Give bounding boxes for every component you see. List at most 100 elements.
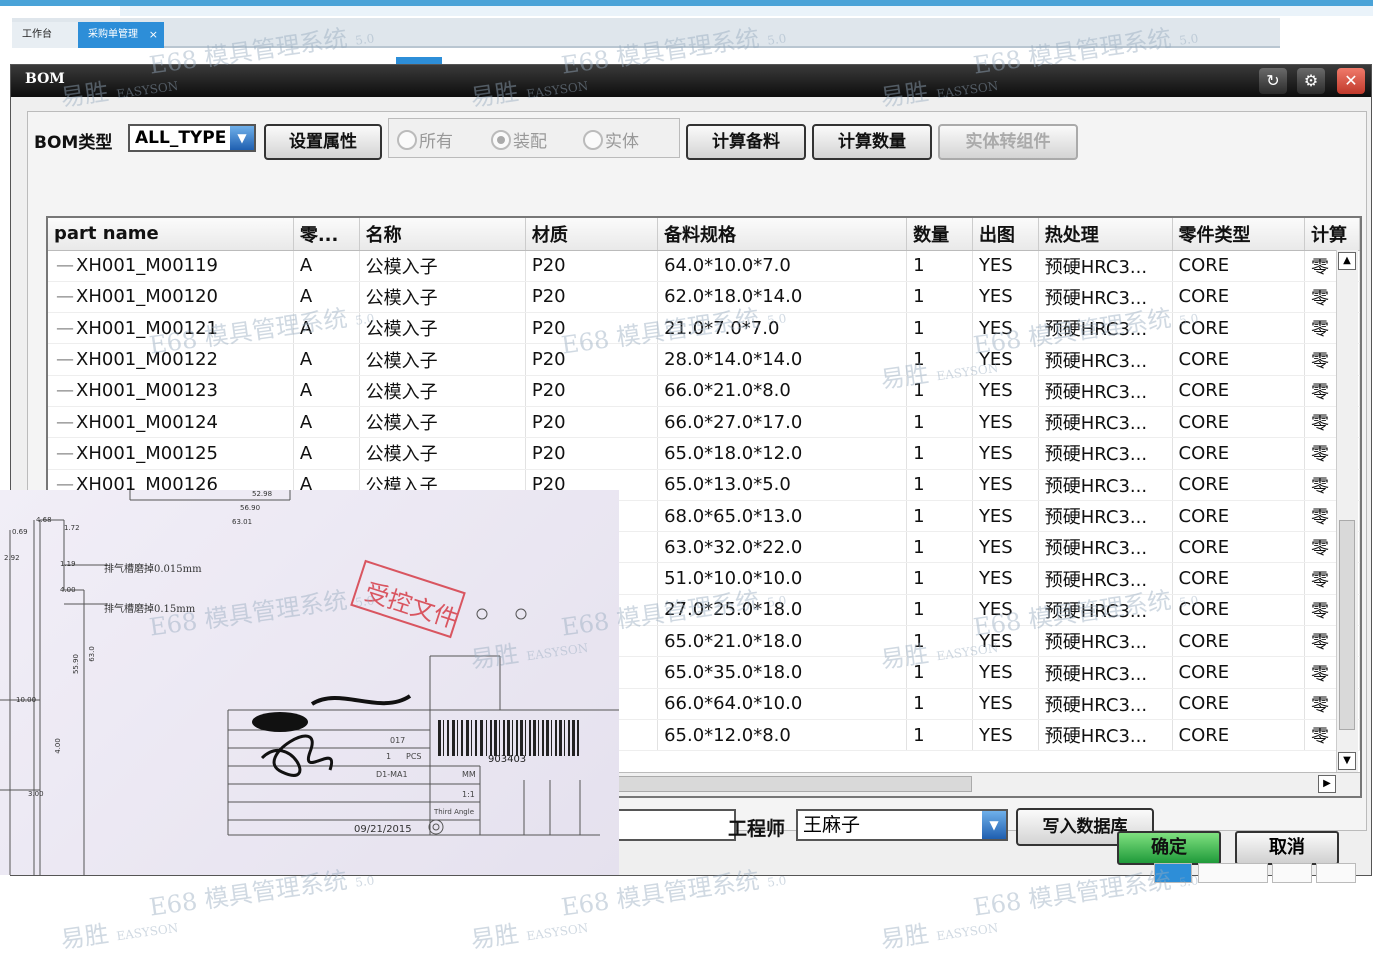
table-cell: YES [972, 562, 1039, 595]
close-icon[interactable]: ✕ [1337, 68, 1365, 94]
title-block-value: 1 [386, 752, 392, 761]
solid-to-component-button[interactable]: 实体转组件 [938, 124, 1078, 160]
dim-text: 63.0 [87, 646, 96, 662]
table-cell: CORE [1172, 312, 1306, 345]
table-row[interactable]: — XH001_M00122 A 公模入子 P20 28.0*14.0*14.0 1 YES 预… [48, 343, 1360, 376]
column-header[interactable]: part name [48, 218, 294, 251]
column-header[interactable]: 出图 [972, 218, 1039, 251]
bom-type-select[interactable]: ALL_TYPE ▼ [128, 124, 256, 152]
table-cell: 1 [906, 343, 973, 376]
table-row[interactable]: — XH001_M00121 A 公模入子 P20 21.0*7.0*7.0 1 YES 预硬H… [48, 312, 1360, 345]
tab-purchase-order[interactable]: 采购单管理 × [78, 22, 164, 48]
dim-text: 3.00 [28, 790, 44, 798]
dialog-titlebar[interactable]: BOM ↻ ⚙ ✕ [11, 65, 1371, 97]
bottom-bar-button[interactable] [1316, 863, 1356, 883]
table-row[interactable]: — XH001_M00125 A 公模入子 P20 65.0*18.0*12.0 1 YES 预… [48, 437, 1360, 470]
title-block-value: PCS [406, 752, 422, 761]
tree-branch-icon: — [56, 349, 74, 371]
table-cell: — XH001_M00123 [48, 375, 294, 407]
radio-circle-icon [397, 130, 417, 150]
scroll-up-icon[interactable]: ▲ [1338, 252, 1356, 270]
table-cell: CORE [1172, 343, 1306, 376]
set-attributes-button[interactable]: 设置属性 [264, 124, 382, 160]
table-cell: 预硬HRC3... [1038, 406, 1173, 439]
table-cell: 1 [906, 406, 973, 439]
cancel-button[interactable]: 取消 [1235, 831, 1339, 865]
scroll-right-icon[interactable]: ▶ [1318, 775, 1336, 793]
dim-text: 1.19 [60, 560, 76, 568]
table-row[interactable]: — XH001_M00123 A 公模入子 P20 66.0*21.0*8.0 1 YES 预硬… [48, 375, 1360, 407]
column-header[interactable]: 计算 [1304, 218, 1360, 251]
tree-branch-icon: — [56, 380, 74, 402]
close-icon[interactable]: × [149, 22, 158, 48]
top-accent-bar-light [120, 6, 1373, 16]
table-cell: 1 [906, 562, 973, 595]
chevron-down-icon[interactable]: ▼ [982, 811, 1006, 839]
column-header[interactable]: 备料规格 [657, 218, 908, 251]
part-name-text: XH001_M00124 [76, 411, 219, 433]
table-cell: 公模入子 [359, 437, 526, 470]
table-cell: CORE [1172, 625, 1306, 658]
table-cell: 预硬HRC3... [1038, 656, 1173, 689]
title-block-value: Third Angle [434, 808, 475, 816]
calc-stock-button[interactable]: 计算备料 [686, 124, 806, 160]
table-cell: 预硬HRC3... [1038, 375, 1173, 407]
column-header[interactable]: 零件类型 [1172, 218, 1306, 251]
calc-quantity-button[interactable]: 计算数量 [812, 124, 932, 160]
column-header[interactable]: 热处理 [1038, 218, 1173, 251]
ok-button[interactable]: 确定 [1117, 831, 1221, 865]
table-row[interactable]: — XH001_M00120 A 公模入子 P20 62.0*18.0*14.0 1 YES 预… [48, 281, 1360, 314]
table-row[interactable]: — XH001_M00119 A 公模入子 P20 64.0*10.0*7.0 1 YES 预硬… [48, 250, 1360, 282]
table-cell: YES [972, 719, 1039, 752]
vertical-scroll-thumb[interactable] [1339, 520, 1355, 730]
column-header[interactable]: 名称 [359, 218, 526, 251]
table-cell: YES [972, 688, 1039, 720]
barcode-number: 903403 [488, 754, 527, 765]
dim-text: 2.92 [4, 554, 20, 562]
table-cell: CORE [1172, 688, 1306, 720]
tree-branch-icon: — [56, 286, 74, 308]
watermark-logo: 易胜 EASYSON [878, 919, 1000, 955]
tab-workbench[interactable]: 工作台 [12, 22, 78, 48]
table-cell: 27.0*25.0*18.0 [657, 594, 908, 627]
column-header[interactable]: 材质 [525, 218, 659, 251]
radio-solid[interactable]: 实体 [583, 127, 639, 152]
radio-all[interactable]: 所有 [397, 127, 453, 152]
engineer-value: 王麻子 [803, 814, 861, 836]
bottom-bar-button[interactable] [1154, 863, 1192, 883]
gear-icon[interactable]: ⚙ [1297, 68, 1325, 94]
table-row[interactable]: — XH001_M00124 A 公模入子 P20 66.0*27.0*17.0 1 YES 预… [48, 406, 1360, 439]
table-cell: P20 [525, 437, 659, 470]
refresh-icon[interactable]: ↻ [1259, 68, 1287, 94]
dim-text: 63.01 [232, 518, 253, 526]
table-cell: P20 [525, 312, 659, 345]
vertical-scrollbar[interactable]: ▲ ▼ [1336, 250, 1358, 772]
table-cell: 1 [906, 500, 973, 533]
bottom-bar-button[interactable] [1272, 863, 1312, 883]
table-cell: 预硬HRC3... [1038, 469, 1173, 501]
part-name-text: XH001_M00121 [76, 317, 219, 339]
table-cell: 66.0*21.0*8.0 [657, 375, 908, 407]
table-cell: P20 [525, 406, 659, 439]
radio-assembly[interactable]: 装配 [491, 127, 547, 152]
table-cell: 预硬HRC3... [1038, 562, 1173, 595]
scroll-down-icon[interactable]: ▼ [1338, 752, 1356, 770]
table-cell: 1 [906, 375, 973, 407]
column-header[interactable]: 零... [293, 218, 360, 251]
table-cell: 公模入子 [359, 375, 526, 407]
dim-text: 56.90 [240, 504, 261, 512]
bottom-bar-button[interactable] [1198, 863, 1268, 883]
table-cell: 预硬HRC3... [1038, 625, 1173, 658]
column-header[interactable]: 数量 [906, 218, 973, 251]
table-cell: CORE [1172, 375, 1306, 407]
engineer-select[interactable]: 王麻子 ▼ [796, 809, 1008, 841]
table-cell: 65.0*35.0*18.0 [657, 656, 908, 689]
chevron-down-icon[interactable]: ▼ [230, 126, 254, 150]
table-cell: 预硬HRC3... [1038, 312, 1173, 345]
table-cell: A [293, 375, 360, 407]
table-cell: P20 [525, 375, 659, 407]
drawing-sketch [0, 490, 619, 875]
dim-text: 1.72 [64, 524, 80, 532]
table-cell: — XH001_M00124 [48, 406, 294, 439]
table-header-row: part name 零... 名称 材质 备料规格 数量 出图 热处理 零件类型 计算 [48, 218, 1360, 251]
